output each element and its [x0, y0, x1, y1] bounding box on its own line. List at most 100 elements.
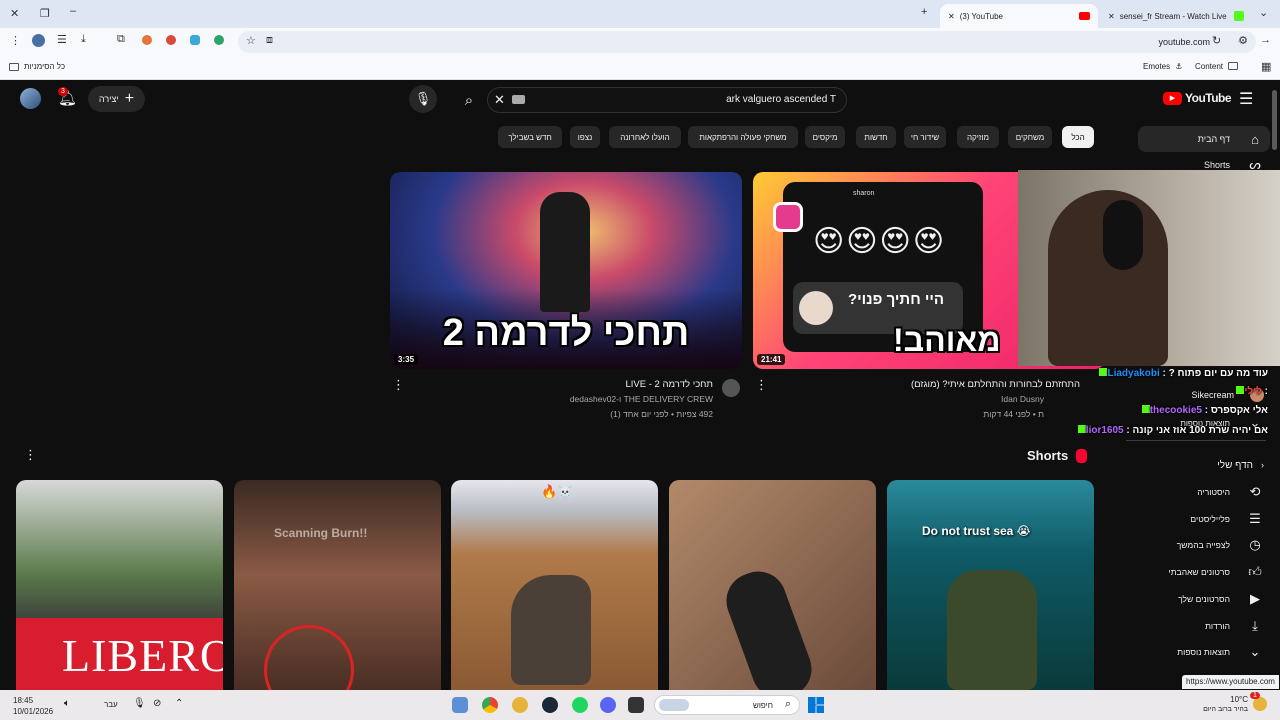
volume-icon[interactable]: 🔈︎: [64, 698, 70, 709]
hamburger-menu-icon[interactable]: ☰: [1239, 89, 1253, 109]
bookmark-star-icon[interactable]: ☆: [246, 34, 256, 47]
keyboard-icon[interactable]: [512, 95, 525, 104]
chip-7[interactable]: הועלו לאחרונה: [609, 126, 681, 148]
channel-avatar[interactable]: [722, 379, 740, 397]
close-tab-icon[interactable]: ✕: [1108, 12, 1115, 21]
create-button[interactable]: יצירה +: [88, 86, 145, 112]
weather-badge: 1: [1250, 692, 1260, 699]
close-window-icon[interactable]: ✕: [10, 7, 19, 20]
app-icon-3[interactable]: [512, 697, 528, 713]
sidebar-you-header[interactable]: הדף שלי ›: [1138, 452, 1270, 478]
weather-widget[interactable]: 10°C בהיר ברוב היום: [1200, 695, 1248, 715]
notifications-button[interactable]: 🔔︎ 3: [58, 87, 78, 109]
webcam-headphones: [1103, 200, 1143, 270]
chip-1[interactable]: משחקים: [1008, 126, 1052, 148]
short-dinosaur: [511, 575, 591, 685]
chip-9[interactable]: חדש בשבילך: [498, 126, 562, 148]
chip-6[interactable]: משחקי פעולה והרפתקאות: [688, 126, 798, 148]
back-icon[interactable]: →: [1260, 34, 1271, 46]
steam-icon[interactable]: [542, 697, 558, 713]
sidebar-item-label: פלייליסטים: [1190, 513, 1230, 524]
tray-expand-icon[interactable]: ⌃: [175, 698, 183, 709]
cast-icon[interactable]: ⧈: [266, 34, 273, 47]
extension-1-icon[interactable]: [142, 35, 152, 45]
bookmark-emotes[interactable]: Emotes ⚓: [1143, 62, 1182, 71]
reading-list-icon[interactable]: ☰: [57, 33, 67, 46]
minimize-window-icon[interactable]: –: [70, 5, 76, 17]
profile-icon[interactable]: [32, 34, 45, 47]
forward-icon[interactable]: ←: [1236, 34, 1247, 46]
chip-3[interactable]: שידור חי: [904, 126, 946, 148]
sidebar-item-5[interactable]: הורדות ⤓: [1138, 613, 1270, 639]
new-tab-icon[interactable]: +: [921, 6, 927, 18]
input-language[interactable]: עבר: [104, 700, 118, 709]
avatar[interactable]: [20, 88, 41, 109]
video-menu-icon[interactable]: ⋮: [755, 377, 768, 393]
history-icon: ⟲: [1249, 484, 1261, 499]
bookmark-content[interactable]: Content: [1195, 62, 1239, 71]
tab-search-icon[interactable]: ⌄: [1259, 6, 1268, 19]
search-submit-button[interactable]: ⌕: [455, 87, 483, 113]
microphone-icon[interactable]: 🎙︎: [133, 698, 146, 709]
discord-icon[interactable]: [600, 697, 616, 713]
spotify-icon[interactable]: [572, 697, 588, 713]
video-menu-icon[interactable]: ⋮: [392, 377, 405, 393]
sidebar-item-2[interactable]: לצפייה בהמשך ◷: [1138, 532, 1270, 558]
app-icon-1[interactable]: [452, 697, 468, 713]
sidebar-item-4[interactable]: הסרטונים שלך ▶: [1138, 586, 1270, 612]
chip-4[interactable]: חדשות: [856, 126, 896, 148]
tab-twitch[interactable]: ✕ sensei_fr Stream - Watch Live o: [1100, 4, 1252, 28]
video-title[interactable]: תחכי לדרמה 2 - LIVE: [625, 379, 713, 390]
search-input[interactable]: ✕ ark valguero ascended T: [487, 87, 847, 113]
extension-2-icon[interactable]: [166, 35, 176, 45]
shorts-menu-icon[interactable]: ⋮: [24, 447, 37, 463]
chip-5[interactable]: מיקסים: [805, 126, 845, 148]
chip-2[interactable]: מוזיקה: [957, 126, 999, 148]
short-1[interactable]: LIBERO: [16, 480, 223, 690]
tab-title: (3) YouTube: [959, 11, 1003, 21]
address-bar[interactable]: ☆ ⧈ youtube.com ⚙: [238, 31, 1256, 53]
extension-4-icon[interactable]: [214, 35, 224, 45]
video-channel[interactable]: THE DELIVERY CREW ו-dedashev02: [570, 394, 713, 404]
task-view-icon[interactable]: [628, 697, 644, 713]
scrollbar[interactable]: [1272, 90, 1277, 150]
youtube-logo[interactable]: ▶ YouTube: [1163, 91, 1232, 105]
status-url-tooltip: https://www.youtube.com: [1182, 675, 1279, 689]
download-icon[interactable]: ⤓: [81, 33, 86, 46]
video-thumbnail-1[interactable]: תחכי לדרמה 2 3:35: [390, 172, 742, 369]
extension-3-icon[interactable]: [190, 35, 200, 45]
windows-start-icon[interactable]: [808, 697, 824, 713]
all-bookmarks-link[interactable]: כל הסימניות: [9, 62, 65, 71]
taskbar-search-text: חיפוש: [753, 701, 773, 710]
chip-0[interactable]: הכל: [1062, 126, 1094, 148]
video-channel[interactable]: Idan Dusny: [1001, 394, 1044, 404]
taskbar-search[interactable]: חיפוש ⌕: [654, 695, 800, 715]
sidebar-item-home[interactable]: דף הבית ⌂: [1138, 126, 1270, 152]
clock-date: 10/01/2026: [13, 707, 54, 716]
short-2[interactable]: Scanning Burn!!: [234, 480, 441, 690]
chrome-icon[interactable]: [482, 697, 498, 713]
restore-window-icon[interactable]: ❐: [40, 7, 50, 20]
menu-dots-icon[interactable]: ⋮: [10, 34, 21, 47]
reload-icon[interactable]: ↻: [1212, 34, 1221, 47]
clock[interactable]: 18:45 10/01/2026: [13, 695, 53, 717]
sidebar-item-1[interactable]: פלייליסטים ☰: [1138, 506, 1270, 532]
apps-grid-icon[interactable]: ▦: [1261, 60, 1271, 73]
voice-search-button[interactable]: 🎙︎: [409, 85, 437, 113]
extensions-icon[interactable]: ⧉: [117, 33, 125, 46]
clear-search-icon[interactable]: ✕: [494, 92, 505, 108]
short-5[interactable]: Do not trust sea 😭: [887, 480, 1094, 690]
video-title[interactable]: התחזתם לבחורות והתחלתם איתי? (מוגזם): [911, 379, 1080, 390]
sidebar-item-3[interactable]: סרטונים שאהבתי 👍︎: [1138, 559, 1270, 585]
sidebar-item-6[interactable]: תוצאות נוספות ⌄: [1138, 639, 1270, 665]
short-3[interactable]: 🔥☠️: [451, 480, 658, 690]
network-icon[interactable]: ⊘: [153, 698, 161, 709]
notification-badge: 3: [58, 87, 68, 96]
short-4[interactable]: [669, 480, 876, 690]
tab-youtube[interactable]: ✕ (3) YouTube: [940, 4, 1098, 28]
chip-8[interactable]: נצפו: [570, 126, 600, 148]
sidebar-item-0[interactable]: היסטוריה ⟲: [1138, 479, 1270, 505]
chat-separator: :: [1261, 386, 1268, 397]
chat-username: lior1605: [1085, 425, 1124, 436]
close-tab-icon[interactable]: ✕: [948, 12, 955, 21]
